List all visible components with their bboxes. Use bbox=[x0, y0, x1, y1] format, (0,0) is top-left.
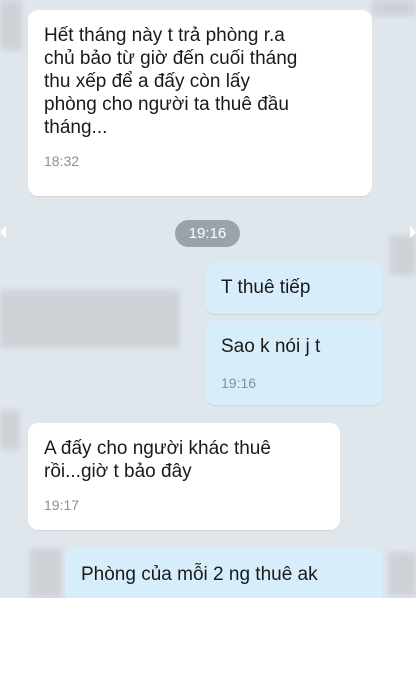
blank-area bbox=[0, 598, 416, 690]
chevron-right-icon bbox=[410, 226, 416, 238]
message-text: Hết tháng này t trả phòng r.a chủ bảo từ… bbox=[44, 25, 298, 138]
message-time: 18:32 bbox=[44, 153, 80, 169]
message-bubble-outgoing[interactable]: T thuê tiếp bbox=[205, 262, 383, 314]
message-text: Sao k nói j t bbox=[221, 336, 321, 357]
message-bubble-outgoing[interactable]: Phòng của mỗi 2 ng thuê ak bbox=[65, 548, 383, 598]
message-text: A đấy cho người khác thuê rồi...giờ t bả… bbox=[44, 438, 271, 482]
message-text: Phòng của mỗi 2 ng thuê ak bbox=[81, 564, 318, 585]
redacted-name bbox=[0, 290, 180, 348]
date-separator: 19:16 bbox=[175, 220, 240, 247]
message-bubble-outgoing[interactable]: Sao k nói j t 19:16 bbox=[205, 321, 383, 405]
redacted-avatar bbox=[30, 548, 62, 598]
message-time: 19:16 bbox=[221, 375, 257, 391]
redacted-avatar bbox=[372, 0, 416, 16]
message-bubble-incoming[interactable]: Hết tháng này t trả phòng r.a chủ bảo từ… bbox=[28, 10, 372, 196]
message-bubble-incoming[interactable]: A đấy cho người khác thuê rồi...giờ t bả… bbox=[28, 423, 340, 530]
message-time: 19:17 bbox=[44, 497, 80, 513]
chat-area[interactable]: Hết tháng này t trả phòng r.a chủ bảo từ… bbox=[0, 0, 416, 598]
redacted-avatar bbox=[390, 235, 416, 275]
chevron-left-icon bbox=[0, 226, 6, 238]
redacted-avatar bbox=[388, 552, 416, 596]
redacted-avatar bbox=[0, 410, 20, 450]
redacted-avatar bbox=[0, 0, 22, 50]
message-text: T thuê tiếp bbox=[221, 277, 311, 298]
